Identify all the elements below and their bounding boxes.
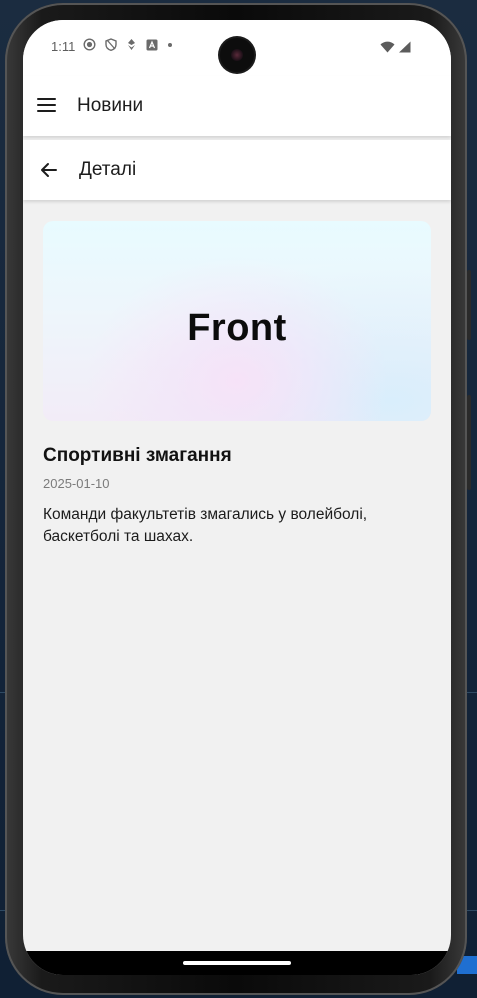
- app-title: Новини: [77, 95, 144, 116]
- detail-app-bar: Деталі: [23, 140, 451, 200]
- arrow-left-icon[interactable]: [37, 158, 61, 182]
- article-date: 2025-01-10: [43, 476, 110, 491]
- phone-screen: 1:11 Новини Деталі Front Спортивні змага…: [23, 20, 451, 975]
- vpn-icon: [126, 38, 137, 55]
- record-icon: [83, 38, 96, 55]
- article-body: Команди факультетів змагались у волейбол…: [43, 506, 368, 545]
- volume-button: [467, 270, 471, 340]
- article-image: Front: [43, 221, 431, 421]
- article-image-text: Front: [187, 307, 287, 349]
- detail-title: Деталі: [79, 159, 137, 180]
- top-app-bar: Новини: [23, 76, 451, 136]
- home-indicator[interactable]: [183, 961, 291, 965]
- status-notification-icons: [83, 38, 173, 55]
- signal-icon: [398, 40, 411, 58]
- status-time: 1:11: [51, 39, 76, 54]
- status-bar: 1:11: [23, 20, 451, 76]
- text-icon: [146, 39, 158, 55]
- menu-icon[interactable]: [37, 97, 57, 113]
- dot-icon: [167, 39, 173, 55]
- front-camera: [220, 38, 254, 72]
- shield-icon: [105, 38, 117, 55]
- power-button: [467, 395, 471, 490]
- wifi-icon: [380, 40, 395, 58]
- status-system-icons: [380, 40, 411, 58]
- article-title: Спортивні змагання: [43, 445, 232, 466]
